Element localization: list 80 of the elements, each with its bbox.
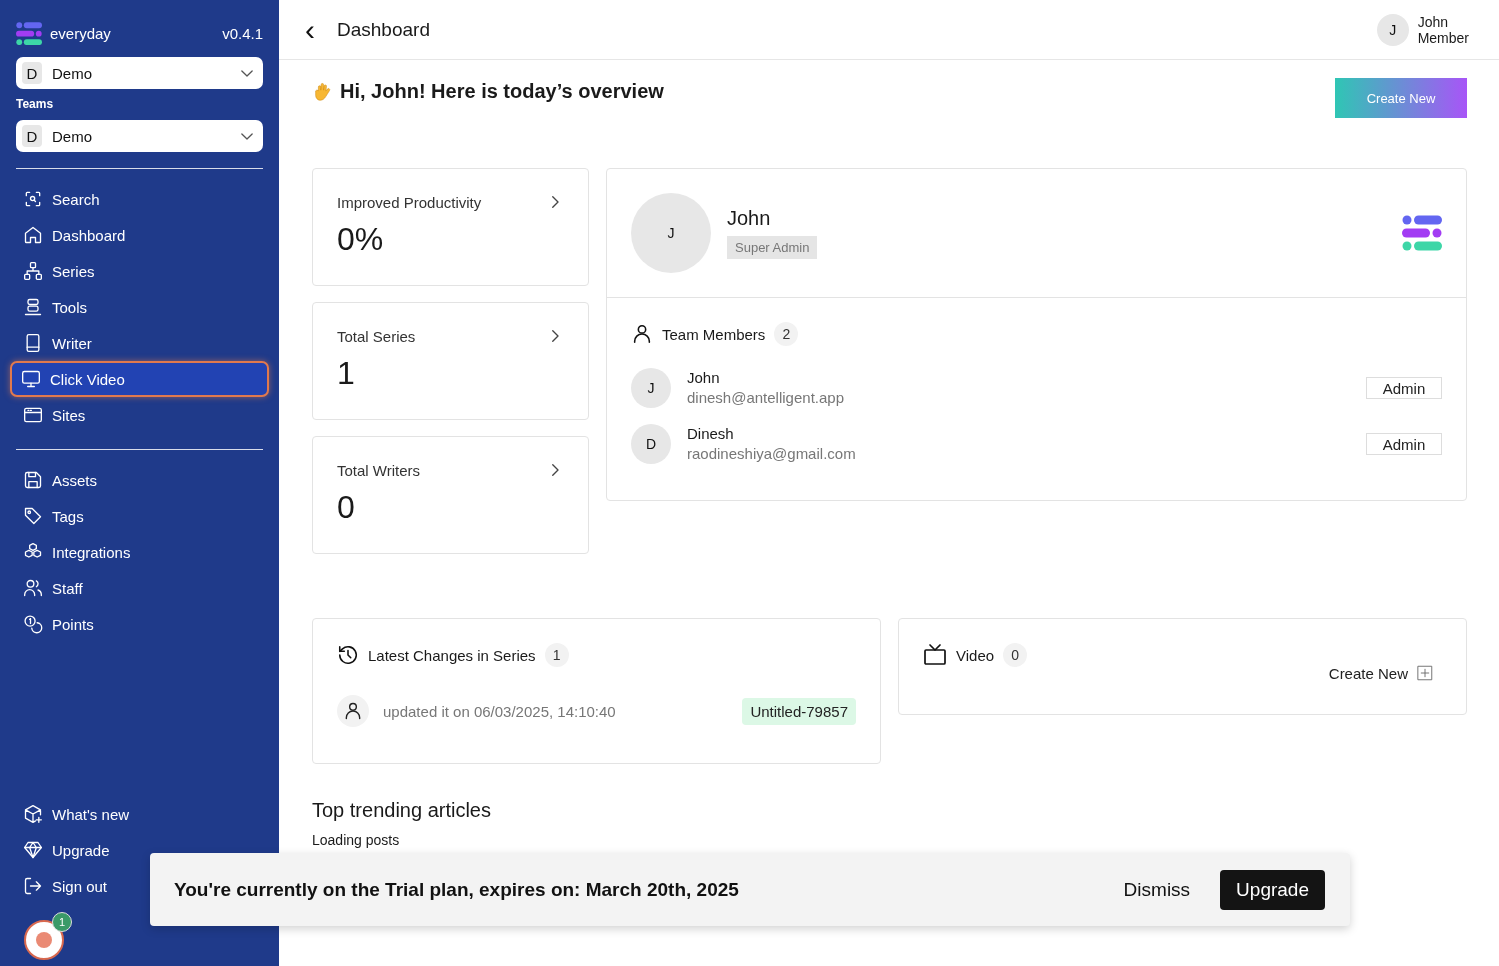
brand-name: everyday	[50, 25, 111, 43]
member-avatar: J	[631, 368, 671, 408]
stat-label: Total Writers	[337, 461, 421, 479]
loading-text: Loading posts	[312, 832, 401, 848]
stat-value: 1	[337, 355, 356, 392]
tag-icon	[23, 506, 43, 527]
chevron-down-icon	[241, 132, 253, 140]
team-dropdown[interactable]: D Demo	[16, 120, 263, 153]
workspace-dropdown[interactable]: D Demo	[16, 57, 263, 90]
user-name: John	[1417, 13, 1449, 30]
sidebar-item[interactable]: Tools	[16, 289, 263, 326]
stat-card[interactable]: Total Series 1	[312, 302, 589, 420]
create-new-button[interactable]: Create New	[1335, 78, 1467, 118]
count-badge: 1	[544, 643, 569, 667]
user-avatar[interactable]: J	[1376, 13, 1409, 46]
section-heading: Top trending articles	[312, 799, 492, 822]
teams-label: Teams	[16, 97, 55, 112]
section-title: Video	[956, 646, 995, 664]
role-select[interactable]: Admin	[1366, 377, 1442, 399]
role-chip: Super Admin	[727, 236, 818, 259]
stack-icon	[23, 297, 43, 318]
member-name: Dinesh	[687, 424, 735, 444]
series-tag[interactable]: Untitled-79857	[742, 697, 856, 725]
diamond-icon	[23, 840, 43, 860]
count-badge: 0	[1003, 643, 1028, 667]
package-plus-icon	[23, 804, 43, 824]
home-icon	[23, 225, 43, 246]
stat-value: 0	[337, 489, 356, 526]
chevron-down-icon	[241, 69, 253, 77]
stat-card[interactable]: Total Writers 0	[312, 436, 589, 554]
change-text: updated it on 06/03/2025, 14:10:40	[383, 702, 617, 720]
sidebar-item[interactable]: Series	[16, 253, 263, 290]
profile-name: John	[727, 207, 772, 230]
user-role: Member	[1417, 29, 1469, 46]
history-icon	[337, 644, 359, 666]
sidebar-item[interactable]: Points	[16, 606, 263, 643]
stat-value: 0%	[337, 221, 385, 258]
create-new-link[interactable]: Create New	[1328, 664, 1434, 682]
role-select[interactable]: Admin	[1366, 433, 1442, 455]
sidebar-item[interactable]: Assets	[16, 462, 263, 499]
sidebar-item[interactable]: Click Video	[10, 361, 269, 398]
trial-message: You're currently on the Trial plan, expires on: March 20th, 2025	[174, 878, 740, 901]
section-title: Latest Changes in Series	[368, 646, 536, 664]
stat-label: Total Series	[337, 327, 416, 345]
page-title: Dashboard	[337, 18, 431, 41]
hierarchy-icon	[23, 261, 43, 282]
sidebar-item[interactable]: Staff	[16, 570, 263, 607]
person-icon	[343, 701, 363, 721]
logo-icon	[1402, 215, 1442, 251]
sidebar-item[interactable]: Sign out	[16, 868, 115, 904]
member-avatar: D	[631, 424, 671, 464]
member-email: dinesh@antelligent.app	[687, 388, 845, 408]
coins-icon	[23, 614, 43, 635]
member-email: raodineshiya@gmail.com	[687, 444, 857, 464]
tv-icon	[923, 643, 947, 667]
person-icon	[631, 323, 653, 345]
users-icon	[23, 578, 43, 599]
sidebar-item[interactable]: Tags	[16, 498, 263, 535]
sidebar-item[interactable]: Integrations	[16, 534, 263, 571]
stat-card[interactable]: Improved Productivity 0%	[312, 168, 589, 286]
profile-avatar: J	[631, 193, 711, 273]
logo-icon	[16, 22, 42, 46]
sidebar-item[interactable]: Search	[16, 181, 263, 218]
monitor-icon	[21, 369, 41, 390]
member-name: John	[687, 368, 721, 388]
sidebar-item[interactable]: What's new	[16, 796, 137, 832]
sidebar-item[interactable]: Dashboard	[16, 217, 263, 254]
back-button[interactable]: ‹	[297, 14, 323, 45]
section-title: Team Members	[662, 325, 766, 343]
sidebar-item[interactable]: Sites	[16, 397, 263, 434]
version-label: v0.4.1	[222, 25, 263, 43]
greeting-heading: Hi, John! Here is today’s overview	[340, 80, 664, 103]
sidebar-item[interactable]: Writer	[16, 325, 263, 362]
dismiss-button[interactable]: Dismiss	[1117, 877, 1197, 902]
upgrade-button[interactable]: Upgrade	[1220, 869, 1325, 910]
stat-label: Improved Productivity	[337, 193, 482, 211]
sidebar-item[interactable]: Upgrade	[16, 832, 117, 868]
count-badge: 2	[774, 322, 799, 346]
plus-icon	[1416, 664, 1434, 682]
sign-out-icon	[23, 876, 43, 896]
